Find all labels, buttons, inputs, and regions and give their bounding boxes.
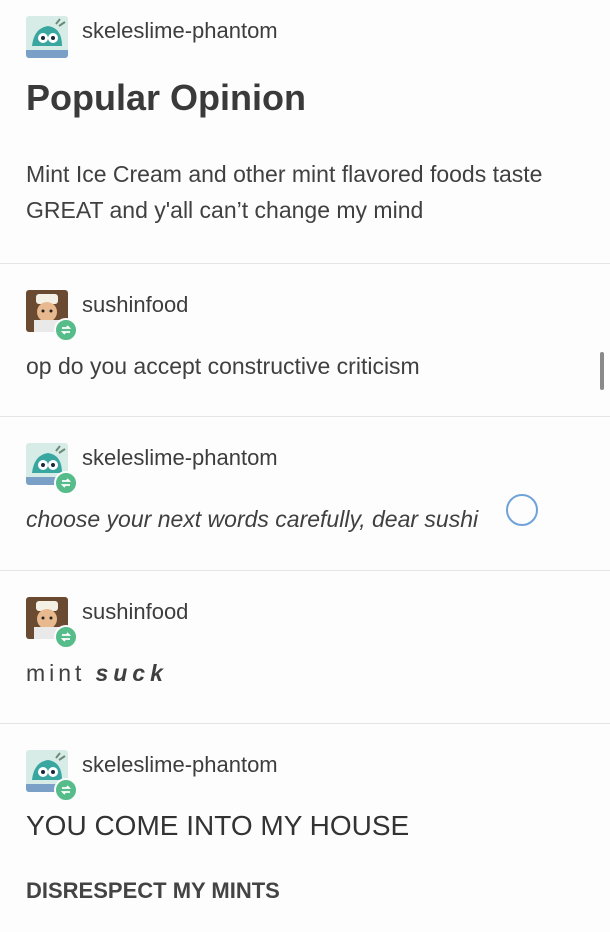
username[interactable]: skeleslime-phantom	[82, 18, 278, 44]
post-text: op do you accept constructive criticism	[26, 353, 420, 379]
post-body: mint suck	[26, 655, 168, 691]
post-body: Popular Opinion Mint Ice Cream and other…	[26, 78, 542, 228]
post-title: Popular Opinion	[26, 77, 306, 118]
post-text-line: DISRESPECT MY MINTS	[26, 878, 280, 903]
reblog-icon	[54, 778, 78, 802]
reblog-comment: skeleslime-phantom YOU COME INTO MY HOUS…	[0, 724, 610, 932]
post-body: op do you accept constructive criticism	[26, 348, 420, 384]
post-original: skeleslime-phantom Popular Opinion Mint …	[0, 0, 610, 264]
post-body: choose your next words carefully, dear s…	[26, 501, 478, 537]
reblog-icon	[54, 625, 78, 649]
reblog-comment: sushinfood op do you accept constructive…	[0, 264, 610, 417]
avatar[interactable]	[26, 16, 68, 58]
reblog-icon	[54, 318, 78, 342]
post-text-line: YOU COME INTO MY HOUSE	[26, 810, 410, 841]
username[interactable]: skeleslime-phantom	[82, 752, 278, 778]
post-text-emphasis: suck	[95, 660, 168, 686]
post-text-line: Mint Ice Cream and other mint flavored f…	[26, 161, 543, 187]
post-text: choose your next words carefully, dear s…	[26, 506, 479, 532]
post-body: YOU COME INTO MY HOUSE DISRESPECT MY MIN…	[26, 810, 409, 904]
username[interactable]: sushinfood	[82, 599, 188, 625]
reblog-comment: sushinfood mint suck	[0, 571, 610, 724]
username[interactable]: skeleslime-phantom	[82, 445, 278, 471]
post-text-word: mint	[26, 660, 86, 686]
loading-spinner-icon	[506, 494, 538, 526]
scrollbar[interactable]	[600, 352, 604, 390]
post-text-line: GREAT and y'all can’t change my mind	[26, 197, 424, 223]
reblog-icon	[54, 471, 78, 495]
post-text: mint suck	[26, 655, 168, 691]
username[interactable]: sushinfood	[82, 292, 188, 318]
